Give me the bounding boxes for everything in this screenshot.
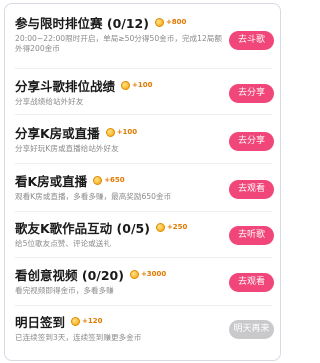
- task-reward: +100: [105, 127, 138, 137]
- task-title: 参与限时排位赛 (0/12): [15, 15, 149, 31]
- reward-amount: +250: [166, 223, 188, 231]
- task-title: 看K房或直播: [15, 173, 88, 189]
- divider: [15, 257, 272, 258]
- task-description: 给5位歌友点赞、评论或送礼: [15, 239, 111, 248]
- task-reward: +100: [121, 80, 153, 90]
- task-reward: +650: [93, 175, 125, 185]
- coin-icon: [71, 316, 81, 326]
- reward-amount: +120: [82, 317, 103, 325]
- coin-icon: [154, 17, 164, 27]
- task-reward: +120: [71, 316, 103, 326]
- task-description: 观看K房或直播，多看多赚，最高奖励650金币: [15, 192, 172, 201]
- task-title: 歌友K歌作品互动 (0/5): [15, 220, 150, 236]
- coin-icon: [155, 222, 165, 232]
- share-ranking-button[interactable]: 去分享: [229, 84, 274, 103]
- task-reward: +3000: [129, 269, 167, 279]
- divider: [15, 211, 272, 212]
- coin-icon: [129, 269, 139, 279]
- coin-icon: [93, 175, 103, 185]
- share-room-button[interactable]: 去分享: [229, 132, 274, 151]
- task-reward: +800: [154, 17, 187, 27]
- watch-room-button[interactable]: 去观看: [229, 180, 274, 199]
- task-description: 20:00~22:00限时开启，单局≥50分得50金币，完成12局额外得200金…: [15, 34, 222, 53]
- task-description: 看完视频即得金币，多看多赚: [15, 286, 114, 295]
- task-title: 看创意视频 (0/20): [15, 267, 124, 283]
- divider: [15, 114, 272, 115]
- divider: [15, 68, 272, 69]
- task-title: 明日签到: [15, 314, 66, 330]
- come-back-tomorrow-button: 明天再来: [229, 320, 274, 339]
- watch-video-button[interactable]: 去观看: [229, 273, 274, 292]
- listen-song-button[interactable]: 去听歌: [229, 226, 274, 245]
- coin-icon: [105, 127, 115, 137]
- reward-amount: +3000: [140, 270, 167, 278]
- reward-amount: +650: [104, 176, 125, 184]
- reward-amount: +100: [116, 128, 138, 136]
- task-description: 分享好玩K房或直播给站外好友: [15, 144, 119, 153]
- divider: [15, 163, 272, 164]
- task-title: 分享斗歌排位战绩: [15, 78, 116, 94]
- divider: [15, 305, 272, 306]
- task-reward: +250: [155, 222, 188, 232]
- task-description: 已连续签到3天，连续签到赚更多金币: [15, 333, 142, 342]
- task-title: 分享K房或直播: [15, 125, 100, 141]
- reward-amount: +100: [132, 81, 153, 89]
- go-sing-battle-button[interactable]: 去斗歌: [229, 31, 274, 50]
- reward-amount: +800: [165, 18, 187, 26]
- coin-icon: [121, 80, 131, 90]
- task-description: 分享战绩给站外好友: [15, 97, 84, 106]
- task-list-card: 参与限时排位赛 (0/12) +800 20:00~22:00限时开启，单局≥5…: [4, 3, 281, 361]
